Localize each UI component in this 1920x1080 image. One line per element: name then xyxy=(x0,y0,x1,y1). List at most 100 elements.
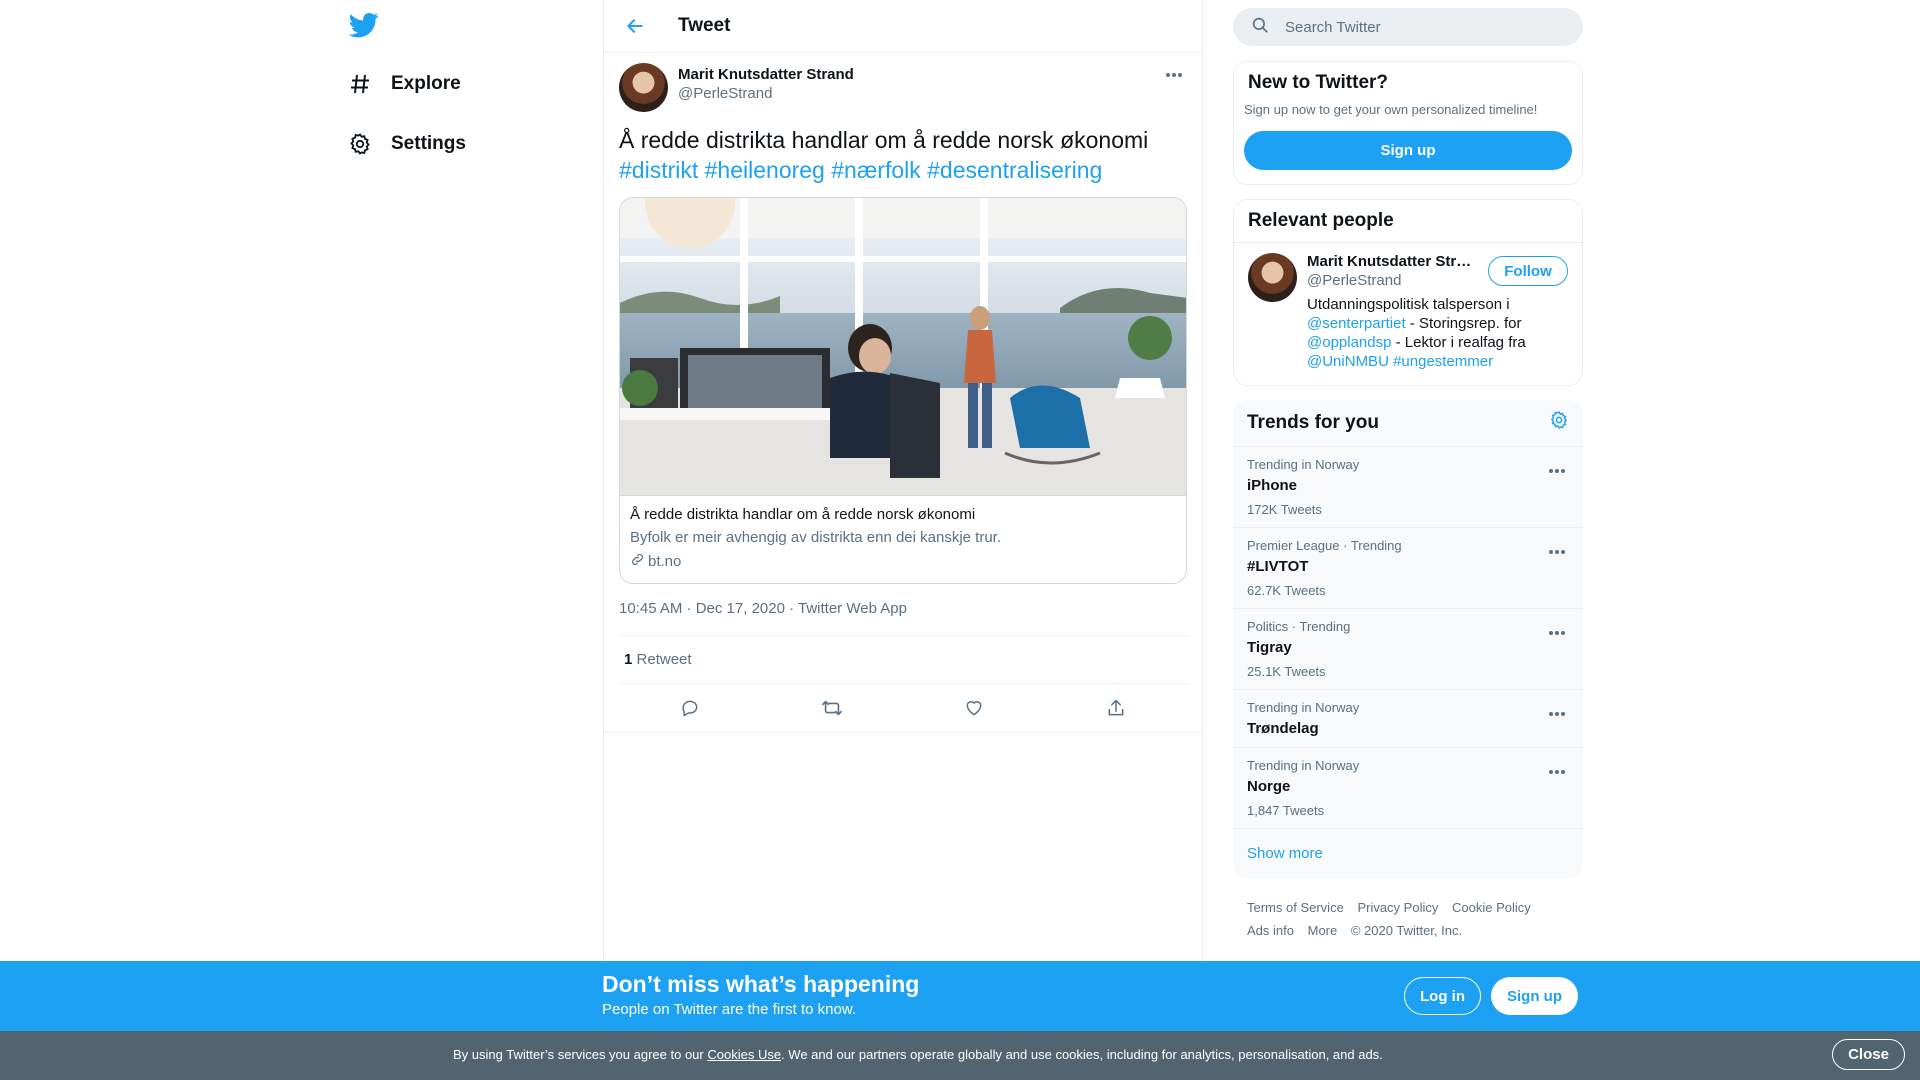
close-button[interactable]: Close xyxy=(1832,1039,1905,1070)
tweet-hashtags: #distrikt #heilenoreg #nærfolk #desentra… xyxy=(619,155,1187,185)
author-handle[interactable]: @PerleStrand xyxy=(678,85,854,102)
hashtag-link[interactable]: #desentralisering xyxy=(927,157,1102,183)
trend-count: 172K Tweets xyxy=(1247,502,1322,517)
more-options-icon[interactable] xyxy=(1545,461,1569,481)
hashtag-link[interactable]: #ungestemmer xyxy=(1389,353,1493,370)
page-header: Tweet xyxy=(604,0,1202,53)
show-more-link[interactable]: Show more xyxy=(1233,829,1583,878)
link-icon xyxy=(630,552,645,571)
share-icon[interactable] xyxy=(1099,691,1133,725)
hashtag-link[interactable]: #nærfolk xyxy=(831,157,920,183)
footer-links: Terms of Service Privacy Policy Cookie P… xyxy=(1233,878,1583,942)
tweet-text: Å redde distrikta handlar om å redde nor… xyxy=(619,125,1187,185)
link-card[interactable]: Å redde distrikta handlar om å redde nor… xyxy=(619,197,1187,584)
footer-privacy-link[interactable]: Privacy Policy xyxy=(1357,900,1438,915)
trend-item[interactable]: Politics · Trending Tigray 25.1K Tweets xyxy=(1233,609,1583,690)
like-heart-icon[interactable] xyxy=(957,691,991,725)
trends-header: Trends for you xyxy=(1233,400,1583,447)
tweet-author: Marit Knutsdatter Strand @PerleStrand xyxy=(619,63,1187,112)
trend-count: 62.7K Tweets xyxy=(1247,583,1326,598)
trend-context: Trending in Norway xyxy=(1247,457,1360,472)
footer-cookie-link[interactable]: Cookie Policy xyxy=(1452,900,1531,915)
nav-explore[interactable]: Explore xyxy=(347,64,461,104)
main-column: Tweet Marit Knutsdatter Strand @PerleStr… xyxy=(603,0,1203,1080)
cookie-suffix: . We and our partners operate globally a… xyxy=(781,1047,1383,1062)
follow-button[interactable]: Follow xyxy=(1488,256,1568,286)
more-options-icon[interactable] xyxy=(1545,542,1569,562)
more-options-icon[interactable] xyxy=(1545,762,1569,782)
avatar[interactable] xyxy=(619,63,668,112)
hashtag-link[interactable]: #heilenoreg xyxy=(705,157,825,183)
cookie-text: By using Twitter’s services you agree to… xyxy=(453,1047,1383,1062)
page-title: Tweet xyxy=(678,15,731,36)
login-button[interactable]: Log in xyxy=(1404,977,1481,1015)
card-domain: bt.no xyxy=(630,552,1176,571)
tweet-detail: Marit Knutsdatter Strand @PerleStrand Å … xyxy=(604,53,1202,733)
person-name[interactable]: Marit Knutsdatter Strand xyxy=(1307,253,1477,270)
more-options-icon[interactable] xyxy=(1545,704,1569,724)
twitter-bird-icon[interactable] xyxy=(348,10,379,40)
cookie-prefix: By using Twitter’s services you agree to… xyxy=(453,1047,708,1062)
avatar[interactable] xyxy=(1248,253,1297,302)
trend-context: Trending in Norway xyxy=(1247,700,1360,715)
tweet-source[interactable]: Twitter Web App xyxy=(798,600,907,617)
trend-item[interactable]: Trending in Norway Trøndelag xyxy=(1233,690,1583,748)
banner-title: Don’t miss what’s happening xyxy=(602,971,920,997)
author-name[interactable]: Marit Knutsdatter Strand xyxy=(678,66,854,83)
more-options-icon[interactable] xyxy=(1545,623,1569,643)
trend-context: Premier League · Trending xyxy=(1247,538,1402,553)
sidebar-signup-button[interactable]: Sign up xyxy=(1244,131,1572,170)
back-arrow-icon[interactable] xyxy=(617,8,653,44)
retweet-icon[interactable] xyxy=(815,691,849,725)
trend-context: Trending in Norway xyxy=(1247,758,1360,773)
footer-more-link[interactable]: More xyxy=(1308,923,1338,938)
trend-count: 25.1K Tweets xyxy=(1247,664,1326,679)
retweet-count: 1 xyxy=(624,651,633,668)
new-to-twitter-title: New to Twitter? xyxy=(1248,72,1389,93)
meta-separator: · xyxy=(784,600,798,617)
trend-item[interactable]: Trending in Norway iPhone 172K Tweets xyxy=(1233,447,1583,528)
gear-icon[interactable] xyxy=(1549,410,1569,436)
new-to-twitter-box: New to Twitter? Sign up now to get your … xyxy=(1233,61,1583,185)
footer-copyright: © 2020 Twitter, Inc. xyxy=(1350,923,1463,938)
person-bio: Utdanningspolitisk talsperson i @senterp… xyxy=(1307,295,1529,371)
trend-name: #LIVTOT xyxy=(1247,558,1309,575)
right-sidebar: New to Twitter? Sign up now to get your … xyxy=(1233,0,1583,942)
trends-box: Trends for you Trending in Norway iPhone… xyxy=(1233,400,1583,878)
tweet-actions xyxy=(604,684,1202,733)
footer-ads-link[interactable]: Ads info xyxy=(1247,923,1294,938)
card-title: Å redde distrikta handlar om å redde nor… xyxy=(630,506,976,523)
relevant-person[interactable]: Marit Knutsdatter Strand @PerleStrand Ut… xyxy=(1234,243,1582,385)
mention-link[interactable]: @opplandsp xyxy=(1307,334,1391,351)
nav-settings-label: Settings xyxy=(391,133,466,154)
signup-banner: Don’t miss what’s happening People on Tw… xyxy=(0,961,1920,1031)
trend-context: Politics · Trending xyxy=(1247,619,1351,634)
relevant-people-box: Relevant people Marit Knutsdatter Strand… xyxy=(1233,199,1583,386)
retweet-label: Retweet xyxy=(636,651,692,668)
card-body: Å redde distrikta handlar om å redde nor… xyxy=(620,495,1186,583)
signup-button[interactable]: Sign up xyxy=(1491,977,1578,1015)
trends-title: Trends for you xyxy=(1247,412,1379,433)
cookies-use-link[interactable]: Cookies Use xyxy=(707,1047,781,1062)
reply-icon[interactable] xyxy=(673,691,707,725)
trend-name: Norge xyxy=(1247,778,1291,795)
search-bar[interactable] xyxy=(1233,8,1583,46)
trend-name: Trøndelag xyxy=(1247,720,1319,737)
tweet-body: Å redde distrikta handlar om å redde nor… xyxy=(619,127,1149,153)
footer-terms-link[interactable]: Terms of Service xyxy=(1247,900,1344,915)
trend-name: Tigray xyxy=(1247,639,1292,656)
tweet-stats[interactable]: 1 Retweet xyxy=(619,636,1187,684)
tweet-timestamp[interactable]: 10:45 AM · Dec 17, 2020 xyxy=(619,600,785,617)
more-options-icon[interactable] xyxy=(1162,65,1186,85)
relevant-people-title: Relevant people xyxy=(1234,200,1582,243)
mention-link[interactable]: @UniNMBU xyxy=(1307,353,1389,370)
nav-settings[interactable]: Settings xyxy=(347,124,466,164)
mention-link[interactable]: @senterpartiet xyxy=(1307,315,1406,332)
hashtag-link[interactable]: #distrikt xyxy=(619,157,698,183)
card-image xyxy=(620,198,1186,495)
nav-explore-label: Explore xyxy=(391,73,461,94)
card-domain-text: bt.no xyxy=(648,553,682,570)
search-input[interactable] xyxy=(1285,18,1545,36)
trend-item[interactable]: Premier League · Trending #LIVTOT 62.7K … xyxy=(1233,528,1583,609)
trend-item[interactable]: Trending in Norway Norge 1,847 Tweets xyxy=(1233,748,1583,829)
